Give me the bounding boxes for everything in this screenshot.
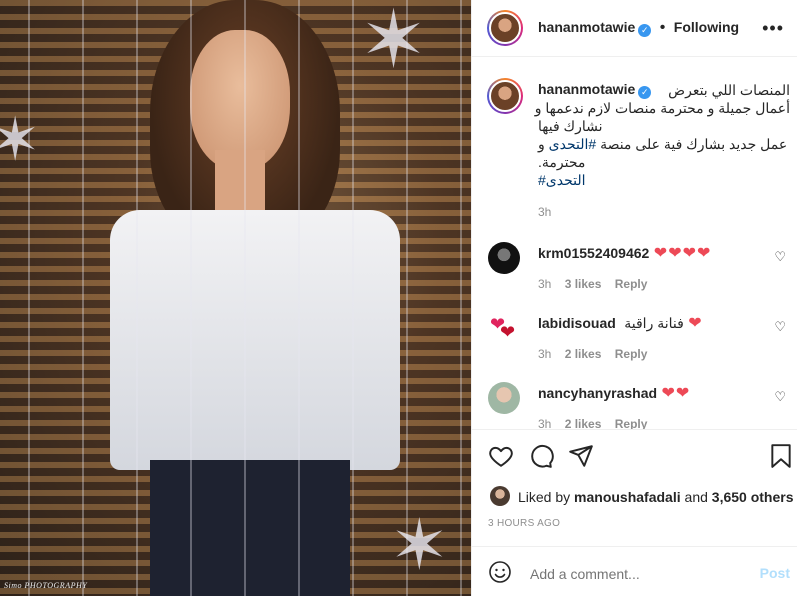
photo-watermark: Simo PHOTOGRAPHY <box>4 581 88 590</box>
liked-by-prefix: Liked by <box>518 489 571 505</box>
emoji-icon[interactable] <box>488 560 512 584</box>
liked-by-count[interactable]: 3,650 others <box>712 489 794 505</box>
commenter-avatar[interactable] <box>488 242 520 274</box>
comment-likes[interactable]: 3 likes <box>565 277 602 291</box>
post-timestamp[interactable]: 3 HOURS AGO <box>488 518 560 529</box>
author-avatar[interactable] <box>487 10 523 46</box>
post-side-panel: hananmotawie ✓ • Following ••• hananmotaw… <box>471 0 797 596</box>
header-username[interactable]: hananmotawie <box>538 19 635 35</box>
comment-like-heart-icon[interactable]: ♡ <box>774 249 786 265</box>
post-photo[interactable]: ✶ ✶ ✶ Simo PHOTOGRAPHY <box>0 0 471 596</box>
caption-username[interactable]: hananmotawie <box>538 81 635 97</box>
header-separator: • <box>659 19 666 36</box>
star-ornament-icon: ✶ <box>0 106 41 173</box>
caption-line: محترمة. <box>538 154 586 170</box>
comment-username[interactable]: nancyhanyrashad <box>538 385 657 401</box>
header-author: hananmotawie ✓ • Following <box>538 19 739 37</box>
following-button[interactable]: Following <box>674 19 739 35</box>
comment-hearts: ❤❤❤❤ <box>653 245 712 262</box>
comment-hearts: ❤ <box>688 315 702 332</box>
hashtag-link[interactable]: #التحدى <box>549 136 597 152</box>
reply-button[interactable]: Reply <box>615 417 648 429</box>
comment-time[interactable]: 3h <box>538 347 551 361</box>
caption-hashtag-line: #التحدى <box>538 171 790 189</box>
save-bookmark-icon[interactable] <box>768 443 794 469</box>
comment-username[interactable]: labidisouad <box>538 315 616 331</box>
comment-likes[interactable]: 2 likes <box>565 347 602 361</box>
liker-avatar[interactable] <box>490 486 510 506</box>
caption: hananmotawie ✓ المنصات اللي بتعرض أعمال ج… <box>535 81 790 219</box>
more-options-icon[interactable]: ••• <box>762 18 784 39</box>
reply-button[interactable]: Reply <box>615 277 648 291</box>
add-comment-input[interactable] <box>528 565 732 583</box>
comment-like-heart-icon[interactable]: ♡ <box>774 389 786 405</box>
post-actions: Liked by manoushafadali and 3,650 others… <box>472 429 797 546</box>
verified-badge-icon: ✓ <box>638 24 652 37</box>
caption-time[interactable]: 3h <box>538 205 790 219</box>
like-heart-icon[interactable] <box>488 443 514 469</box>
comment-item: krm01552409462 ❤❤❤❤ ♡ 3h 3 likes Reply <box>538 243 792 291</box>
comments-area[interactable]: hananmotawie ✓ المنصات اللي بتعرض أعمال ج… <box>472 57 797 429</box>
verified-badge-icon: ✓ <box>638 86 652 99</box>
liked-by: Liked by manoushafadali and 3,650 others <box>518 489 794 505</box>
star-ornament-icon: ✶ <box>390 506 449 584</box>
caption-line: أعمال جميلة و محترمة منصات لازم ندعمها و <box>534 100 790 116</box>
post-header: hananmotawie ✓ • Following ••• <box>472 0 797 57</box>
comment-time[interactable]: 3h <box>538 417 551 429</box>
comment-likes[interactable]: 2 likes <box>565 417 602 429</box>
hashtag-link[interactable]: #التحدى <box>538 172 586 188</box>
caption-line4-suffix: عمل جديد بشارك فية على منصة <box>600 136 788 152</box>
comment-item: nancyhanyrashad ❤❤ ♡ 3h 2 likes Reply <box>538 383 792 429</box>
commenter-avatar[interactable] <box>488 382 520 414</box>
liked-by-and: and <box>684 489 708 505</box>
comment-time[interactable]: 3h <box>538 277 551 291</box>
comment-meta: 3h 3 likes Reply <box>538 277 792 291</box>
comment-bubble-icon[interactable] <box>528 443 554 469</box>
caption-line: عمل جديد بشارك فية على منصة #التحدى و <box>538 135 790 153</box>
reply-button[interactable]: Reply <box>615 347 648 361</box>
comment-username[interactable]: krm01552409462 <box>538 245 649 261</box>
comment-meta: 3h 2 likes Reply <box>538 417 792 429</box>
comment-hearts: ❤❤ <box>661 385 691 402</box>
commenter-avatar[interactable]: ❤ ❤ <box>488 312 520 344</box>
post-comment-button[interactable]: Post <box>760 565 790 581</box>
add-comment-bar: Post <box>472 546 797 596</box>
comment-like-heart-icon[interactable]: ♡ <box>774 319 786 335</box>
caption-line: نشارك فيها <box>538 118 603 134</box>
share-paper-plane-icon[interactable] <box>568 443 594 469</box>
comment-text: فنانة راقية <box>624 315 684 331</box>
liked-by-user[interactable]: manoushafadali <box>574 489 681 505</box>
comment-item: labidisouad فنانة راقية ❤ ♡ 3h 2 likes R… <box>538 313 792 361</box>
hearts-avatar-icon: ❤ <box>500 322 516 342</box>
star-ornament-icon: ✶ <box>360 0 428 84</box>
comment-meta: 3h 2 likes Reply <box>538 347 792 361</box>
caption-line4-prefix: و <box>538 136 545 152</box>
caption-line: المنصات اللي بتعرض <box>668 82 790 98</box>
